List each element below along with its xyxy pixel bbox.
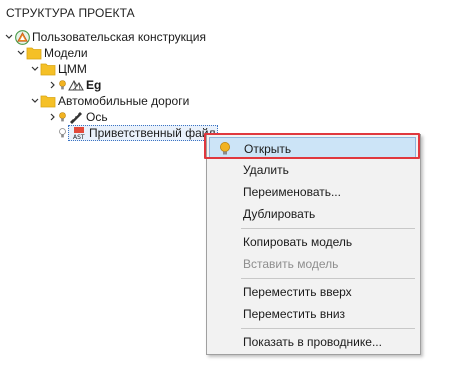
menu-separator xyxy=(241,278,415,279)
lightbulb-off-icon[interactable] xyxy=(58,125,66,141)
tree-label-eg: Eg xyxy=(86,78,102,92)
menu-label-move-down: Переместить вниз xyxy=(243,307,346,321)
svg-text:AST: AST xyxy=(73,134,85,140)
menu-label-rename: Переименовать... xyxy=(243,185,341,199)
menu-label-copy-model: Копировать модель xyxy=(243,235,353,249)
tree-label-axis: Ось xyxy=(86,110,108,124)
menu-item-paste-model[interactable]: Вставить модель xyxy=(209,253,416,275)
tree-label-root: Пользовательская конструкция xyxy=(32,30,206,44)
terrain-surface-icon xyxy=(68,77,84,93)
lightbulb-icon[interactable] xyxy=(58,77,66,93)
tree-node-axis[interactable]: Ось xyxy=(48,109,108,125)
tree-node-root[interactable]: Пользовательская конструкция xyxy=(4,29,206,45)
menu-item-delete[interactable]: Удалить xyxy=(209,159,416,181)
lightbulb-icon[interactable] xyxy=(58,109,66,125)
menu-item-move-up[interactable]: Переместить вверх xyxy=(209,281,416,303)
menu-separator xyxy=(241,228,415,229)
tree-label-welcome-file: Приветственный файл xyxy=(89,126,216,140)
panel-title: СТРУКТУРА ПРОЕКТА xyxy=(6,6,135,20)
folder-icon xyxy=(40,61,56,77)
tree-node-welcome-file[interactable]: AST Приветственный файл xyxy=(58,125,219,141)
menu-label-duplicate: Дублировать xyxy=(243,207,316,221)
chevron-down-icon[interactable] xyxy=(30,61,40,77)
tree-node-eg[interactable]: Eg xyxy=(48,77,101,93)
chevron-right-icon[interactable] xyxy=(48,109,58,125)
menu-separator xyxy=(241,328,415,329)
context-menu: Открыть Удалить Переименовать... Дублиро… xyxy=(206,134,421,355)
road-axis-icon xyxy=(68,109,84,125)
tree-node-models[interactable]: Модели xyxy=(16,45,88,61)
menu-label-delete: Удалить xyxy=(243,163,289,177)
tree-node-tsmm[interactable]: ЦММ xyxy=(30,61,87,77)
menu-label-paste-model: Вставить модель xyxy=(243,257,339,271)
folder-icon xyxy=(40,93,56,109)
chevron-right-icon[interactable] xyxy=(48,77,58,93)
folder-icon xyxy=(26,45,42,61)
tree-node-roads[interactable]: Автомобильные дороги xyxy=(30,93,189,109)
chevron-down-icon[interactable] xyxy=(4,29,14,45)
selected-item-frame[interactable]: AST Приветственный файл xyxy=(68,125,219,141)
menu-item-move-down[interactable]: Переместить вниз xyxy=(209,303,416,325)
menu-item-copy-model[interactable]: Копировать модель xyxy=(209,231,416,253)
menu-item-rename[interactable]: Переименовать... xyxy=(209,181,416,203)
menu-item-duplicate[interactable]: Дублировать xyxy=(209,203,416,225)
chevron-down-icon[interactable] xyxy=(30,93,40,109)
ast-file-icon: AST xyxy=(71,125,87,141)
tree-label-roads: Автомобильные дороги xyxy=(58,94,190,108)
chevron-down-icon[interactable] xyxy=(16,45,26,61)
tree-label-tsmm: ЦММ xyxy=(58,62,87,76)
menu-label-show-in-explorer: Показать в проводнике... xyxy=(243,335,382,349)
project-triangle-icon xyxy=(14,29,30,45)
tree-label-models: Модели xyxy=(44,46,88,60)
highlight-annotation-frame xyxy=(204,133,420,159)
menu-label-move-up: Переместить вверх xyxy=(243,285,352,299)
menu-item-show-in-explorer[interactable]: Показать в проводнике... xyxy=(209,331,416,353)
